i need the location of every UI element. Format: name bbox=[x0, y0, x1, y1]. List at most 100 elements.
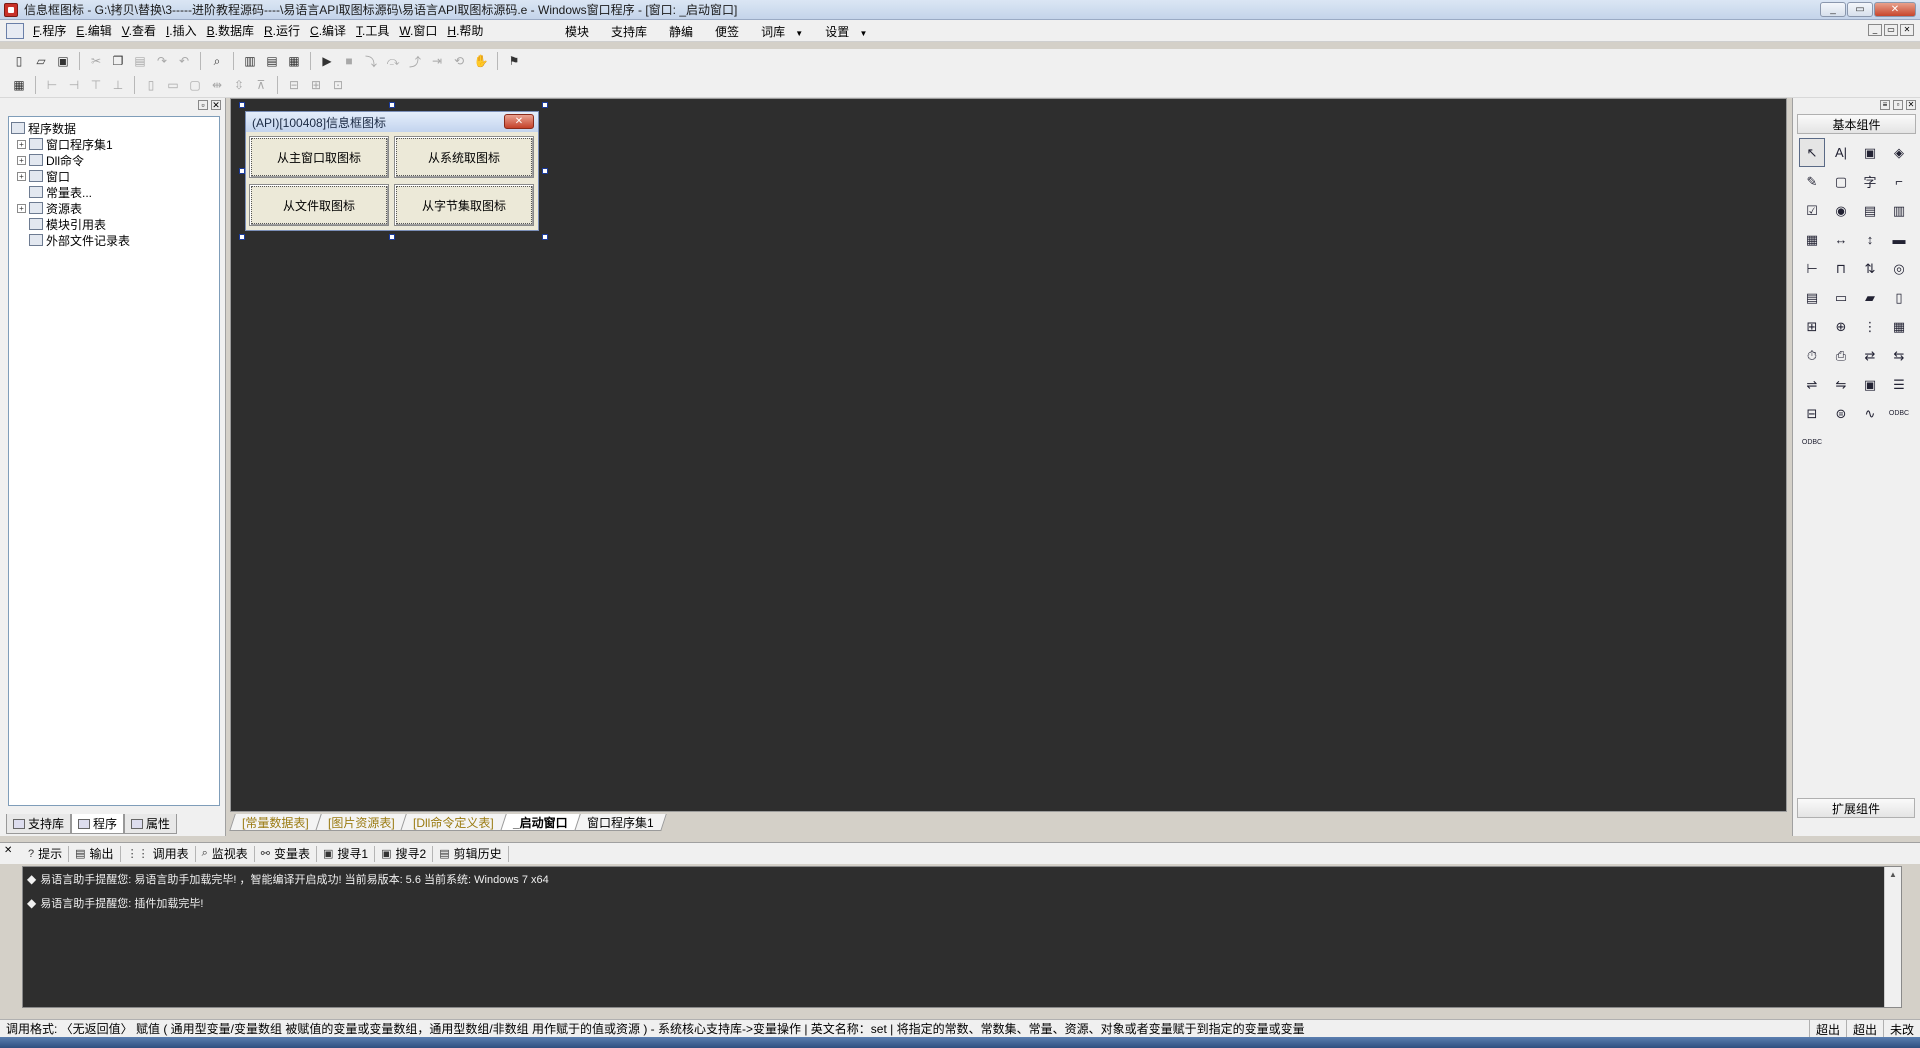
palette-close-icon[interactable]: ✕ bbox=[1906, 100, 1916, 110]
same-height-icon[interactable]: ▭ bbox=[164, 76, 182, 94]
checkbox-icon[interactable]: ☑ bbox=[1799, 196, 1825, 225]
center-h-icon[interactable]: ⊟ bbox=[285, 76, 303, 94]
image-icon[interactable]: ◎ bbox=[1886, 254, 1912, 283]
db-icon[interactable]: ⊟ bbox=[1799, 399, 1825, 428]
slider-icon[interactable]: ⊢ bbox=[1799, 254, 1825, 283]
progress-icon[interactable]: ▬ bbox=[1886, 225, 1912, 254]
tab-properties[interactable]: 属性 bbox=[124, 814, 178, 834]
tab-clip-history[interactable]: ▤ 剪辑历史 bbox=[433, 845, 509, 862]
frame-icon[interactable]: ▣ bbox=[1857, 370, 1883, 399]
layout3-icon[interactable]: ▦ bbox=[285, 52, 303, 70]
designed-window-titlebar[interactable]: (API)[100408]信息框图标 ✕ bbox=[246, 112, 538, 132]
align-top-icon[interactable]: ⊥ bbox=[109, 76, 127, 94]
align-right-icon[interactable]: ⊤ bbox=[87, 76, 105, 94]
basic-components-category[interactable]: 基本组件 bbox=[1797, 114, 1916, 134]
calendar-icon[interactable]: ▦ bbox=[1886, 312, 1912, 341]
expand-icon[interactable]: + bbox=[17, 139, 26, 149]
save-icon[interactable]: ▣ bbox=[54, 52, 72, 70]
tree-item-constants[interactable]: 常量表... bbox=[11, 184, 217, 200]
line-icon[interactable]: ⌐ bbox=[1886, 167, 1912, 196]
tab-hint[interactable]: ? 提示 bbox=[22, 845, 70, 862]
odbc-icon[interactable]: ODBC bbox=[1886, 399, 1912, 428]
updown-icon[interactable]: ⇅ bbox=[1857, 254, 1883, 283]
tab-call-stack[interactable]: ⋮⋮ 调用表 bbox=[121, 845, 196, 862]
tree-item-windows[interactable]: + 窗口 bbox=[11, 168, 217, 184]
expand-icon[interactable]: + bbox=[17, 171, 26, 181]
resize-handle-nw[interactable] bbox=[239, 102, 245, 108]
tab-dll-definitions[interactable]: [Dll命令定义表] bbox=[400, 814, 507, 831]
menu-edit[interactable]: E.编辑 bbox=[71, 22, 116, 39]
label-icon[interactable]: A| bbox=[1828, 138, 1854, 167]
printer-icon[interactable]: ⎙ bbox=[1828, 341, 1854, 370]
designed-window[interactable]: (API)[100408]信息框图标 ✕ 从主窗口取图标 从系统取图标 从文件取… bbox=[245, 111, 539, 231]
spacing-icon[interactable]: ⊼ bbox=[252, 76, 270, 94]
find-icon[interactable]: ⌕ bbox=[208, 52, 226, 70]
h-spacing-icon[interactable]: ⇹ bbox=[208, 76, 226, 94]
tab-image-resources[interactable]: [图片资源表] bbox=[314, 814, 408, 831]
v-spacing-icon[interactable]: ⇳ bbox=[230, 76, 248, 94]
same-size-icon[interactable]: ▢ bbox=[186, 76, 204, 94]
menu-settings[interactable]: 设置 bbox=[816, 23, 876, 40]
tree-item-dll-commands[interactable]: + Dll命令 bbox=[11, 152, 217, 168]
menu-lexicon[interactable]: 词库 bbox=[752, 23, 812, 40]
tab-startup-window[interactable]: _启动窗口 bbox=[500, 814, 581, 831]
palette-pin-icon[interactable]: ▫ bbox=[1893, 100, 1903, 110]
hand-icon[interactable]: ✋ bbox=[472, 52, 490, 70]
step-over-icon[interactable]: ⤼ bbox=[384, 52, 402, 70]
menu-run[interactable]: R.运行 bbox=[259, 22, 305, 39]
tree-item-resources[interactable]: + 资源表 bbox=[11, 200, 217, 216]
layout1-icon[interactable]: ▥ bbox=[241, 52, 259, 70]
button-from-file[interactable]: 从文件取图标 bbox=[249, 184, 389, 226]
timer-icon[interactable]: ⏱ bbox=[1799, 341, 1825, 370]
breakpoint-icon[interactable]: ⟲ bbox=[450, 52, 468, 70]
run-icon[interactable]: ▶ bbox=[318, 52, 336, 70]
network-icon[interactable]: ⊕ bbox=[1828, 312, 1854, 341]
client-icon[interactable]: ⇄ bbox=[1857, 341, 1883, 370]
resize-handle-sw[interactable] bbox=[239, 234, 245, 240]
tab-window-class[interactable]: 窗口程序集1 bbox=[573, 814, 667, 831]
menu-static-compile[interactable]: 静编 bbox=[660, 23, 702, 40]
run-to-cursor-icon[interactable]: ⇥ bbox=[428, 52, 446, 70]
menu-view[interactable]: V.查看 bbox=[117, 22, 161, 39]
grid-icon[interactable]: ▦ bbox=[1799, 225, 1825, 254]
menu-database[interactable]: B.数据库 bbox=[202, 22, 259, 39]
grid-snap-icon[interactable]: ▦ bbox=[10, 76, 28, 94]
new-file-icon[interactable]: ▯ bbox=[10, 52, 28, 70]
vscroll-icon[interactable]: ↕ bbox=[1857, 225, 1883, 254]
doc-icon[interactable]: ▯ bbox=[1886, 283, 1912, 312]
output-panel[interactable]: ◆ 易语言助手提醒您: 易语言助手加载完毕! ，智能编译开启成功! 当前易版本: … bbox=[22, 866, 1902, 1008]
tree-item-window-class[interactable]: + 窗口程序集1 bbox=[11, 136, 217, 152]
groupbox-icon[interactable]: ▢ bbox=[1828, 167, 1854, 196]
shape-icon[interactable]: ◈ bbox=[1886, 138, 1912, 167]
panel-pin-icon[interactable]: ▫ bbox=[198, 100, 208, 110]
center-both-icon[interactable]: ⊡ bbox=[329, 76, 347, 94]
resize-handle-n[interactable] bbox=[389, 102, 395, 108]
close-button[interactable]: ✕ bbox=[1874, 2, 1916, 17]
step-out-icon[interactable]: ⤴ bbox=[406, 52, 424, 70]
combobox-icon[interactable]: ▤ bbox=[1857, 196, 1883, 225]
tab-search1[interactable]: ▣ 搜寻1 bbox=[317, 845, 376, 862]
toolbar-icon[interactable]: ☰ bbox=[1886, 370, 1912, 399]
button-from-bytes[interactable]: 从字节集取图标 bbox=[394, 184, 534, 226]
palette-menu-icon[interactable]: ≡ bbox=[1880, 100, 1890, 110]
split-icon[interactable]: ⋮ bbox=[1857, 312, 1883, 341]
tab-output[interactable]: ▤ 输出 bbox=[69, 845, 121, 862]
resize-handle-ne[interactable] bbox=[542, 102, 548, 108]
step-into-icon[interactable]: ⤵ bbox=[362, 52, 380, 70]
tab-variables[interactable]: ⚯ 变量表 bbox=[255, 845, 317, 862]
odbc2-icon[interactable]: ODBC bbox=[1799, 428, 1825, 457]
extended-components-category[interactable]: 扩展组件 bbox=[1797, 798, 1915, 818]
tree-item-module-refs[interactable]: 模块引用表 bbox=[11, 216, 217, 232]
cut-icon[interactable]: ✂ bbox=[87, 52, 105, 70]
same-width-icon[interactable]: ▯ bbox=[142, 76, 160, 94]
tree-icon[interactable]: ⊞ bbox=[1799, 312, 1825, 341]
scroll-up-icon[interactable]: ▲ bbox=[1885, 867, 1901, 883]
listbox-icon[interactable]: ▥ bbox=[1886, 196, 1912, 225]
open-folder-icon[interactable]: ▱ bbox=[32, 52, 50, 70]
dde-icon[interactable]: ⇋ bbox=[1828, 370, 1854, 399]
resize-handle-se[interactable] bbox=[542, 234, 548, 240]
menu-help[interactable]: H.帮助 bbox=[442, 22, 488, 39]
server-icon[interactable]: ⇆ bbox=[1886, 341, 1912, 370]
output-close-icon[interactable]: ✕ bbox=[4, 845, 12, 856]
assistant-icon[interactable]: ⚑ bbox=[505, 52, 523, 70]
